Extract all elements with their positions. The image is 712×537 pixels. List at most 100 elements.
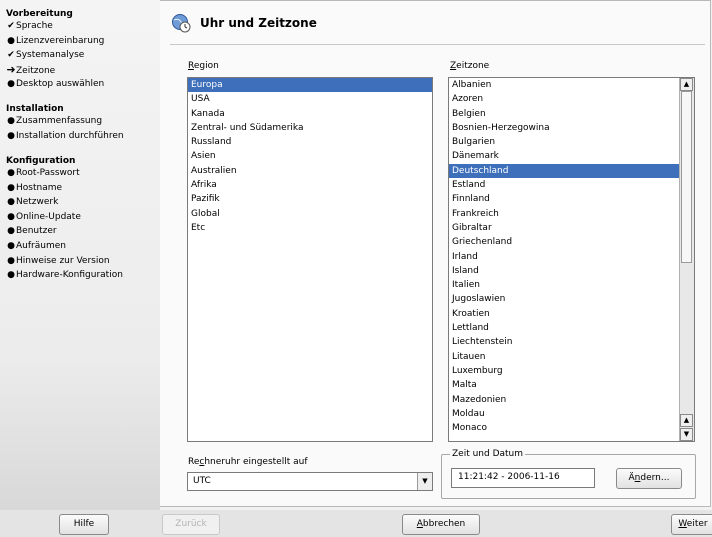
sidebar-step: ●Lizenzvereinbarung — [0, 34, 160, 49]
list-item[interactable]: Griechenland — [449, 235, 679, 249]
hwclock-value: UTC — [193, 476, 211, 486]
arrow-right-icon: ➜ — [6, 62, 16, 76]
list-item[interactable]: Finnland — [449, 192, 679, 206]
datetime-group-title: Zeit und Datum — [450, 449, 526, 459]
list-item[interactable]: Kroatien — [449, 307, 679, 321]
list-item[interactable]: Monaco — [449, 421, 679, 435]
sidebar-step: ●Hinweise zur Version — [0, 254, 160, 269]
change-datetime-button[interactable]: Ändern... — [616, 468, 682, 489]
list-item[interactable]: Bosnien-Herzegowina — [449, 121, 679, 135]
bullet-icon: ● — [7, 79, 15, 90]
list-item[interactable]: Jugoslawien — [449, 292, 679, 306]
sidebar-step: ●Installation durchführen — [0, 129, 160, 144]
list-item[interactable]: Deutschland — [449, 163, 679, 179]
datetime-field: 11:21:42 - 2006-11-16 — [451, 468, 595, 488]
list-item[interactable]: Albanien — [449, 78, 679, 92]
sidebar-step-label: Hinweise zur Version — [16, 255, 110, 266]
page-title: Uhr und Zeitzone — [200, 16, 317, 30]
list-item[interactable]: Azoren — [449, 92, 679, 106]
sidebar-step-label: Desktop auswählen — [16, 79, 105, 90]
sidebar-step: ●Benutzer — [0, 224, 160, 239]
bullet-icon: ● — [7, 182, 15, 193]
list-item[interactable]: Bulgarien — [449, 135, 679, 149]
chevron-down-icon[interactable]: ▼ — [417, 473, 432, 490]
help-button[interactable]: Hilfe — [59, 514, 109, 535]
sidebar-step: ●Aufräumen — [0, 239, 160, 254]
timezone-label: Zeitzone — [450, 61, 490, 71]
list-item[interactable]: Irland — [449, 250, 679, 264]
sidebar-section-title: Konfiguration — [6, 156, 76, 166]
bullet-icon: ● — [7, 130, 15, 141]
list-item[interactable]: Malta — [449, 378, 679, 392]
content-panel: Uhr und Zeitzone Region Europa USA Kanada Z… — [160, 0, 711, 507]
abort-button[interactable]: Abbrechen — [402, 514, 480, 535]
hwclock-label: Rechneruhr eingestellt auf — [188, 457, 308, 467]
sidebar-step: ●Online-Update — [0, 210, 160, 225]
sidebar-step-label: Zusammenfassung — [16, 116, 103, 126]
main-area: Uhr und Zeitzone Region Europa USA Kanada Z… — [160, 0, 712, 510]
hwclock-select[interactable]: UTC ▼ — [187, 472, 433, 491]
check-icon: ✔ — [7, 21, 15, 31]
list-item[interactable]: Kanada — [188, 107, 432, 121]
bullet-icon: ● — [7, 270, 15, 281]
region-label: Region — [188, 61, 219, 71]
list-item[interactable]: Moldau — [449, 407, 679, 421]
list-item[interactable]: Luxemburg — [449, 364, 679, 378]
scroll-thumb[interactable] — [681, 91, 692, 263]
installation-steps-sidebar: Vorbereitung ✔Sprache ●Lizenzvereinbarung ✔… — [0, 0, 160, 510]
sidebar-step-label: Installation durchführen — [16, 130, 124, 141]
next-button[interactable]: Weiter — [671, 514, 712, 535]
sidebar-step-label: Lizenzvereinbarung — [16, 35, 105, 46]
bullet-icon: ● — [7, 116, 15, 126]
list-item[interactable]: Dänemark — [449, 149, 679, 163]
list-item[interactable]: USA — [188, 92, 432, 106]
list-item[interactable]: Belgien — [449, 107, 679, 121]
list-item[interactable]: Russland — [188, 135, 432, 149]
list-item[interactable]: Estland — [449, 178, 679, 192]
list-item[interactable]: Pazifik — [188, 192, 432, 206]
scroll-down-icon[interactable]: ▼ — [680, 428, 693, 441]
sidebar-step: ●Desktop auswählen — [0, 77, 160, 92]
list-item[interactable]: Gibraltar — [449, 221, 679, 235]
list-item[interactable]: Lettland — [449, 321, 679, 335]
sidebar-step-label: Hostname — [16, 182, 63, 193]
sidebar-step: ●Hardware-Konfiguration — [0, 268, 160, 283]
datetime-group: Zeit und Datum 11:21:42 - 2006-11-16 Änd… — [441, 449, 696, 499]
list-item[interactable]: Mazedonien — [449, 393, 679, 407]
list-item[interactable]: Asien — [188, 149, 432, 163]
sidebar-step-label: Systemanalyse — [16, 50, 85, 61]
list-item[interactable]: Afrika — [188, 178, 432, 192]
list-item[interactable]: Litauen — [449, 350, 679, 364]
list-item[interactable]: Etc — [188, 221, 432, 235]
scroll-up-icon[interactable]: ▲ — [680, 78, 693, 91]
sidebar-step-label: Online-Update — [16, 211, 81, 222]
sidebar-step: ✔Systemanalyse — [0, 48, 160, 63]
sidebar-section-title: Installation — [6, 104, 64, 114]
region-list[interactable]: Europa USA Kanada Zentral- und Südamerika Ru… — [187, 77, 433, 442]
list-item[interactable]: Europa — [188, 78, 432, 93]
sidebar-section-title: Vorbereitung — [6, 9, 73, 19]
title-divider — [170, 44, 705, 45]
back-button[interactable]: Zurück — [162, 514, 220, 535]
timezone-list[interactable]: Albanien Azoren Belgien Bosnien-Herzegowina… — [448, 77, 695, 442]
list-item[interactable]: Liechtenstein — [449, 335, 679, 349]
sidebar-step-label: Sprache — [16, 21, 53, 31]
list-item[interactable]: Island — [449, 264, 679, 278]
sidebar-step: ●Zusammenfassung — [0, 114, 160, 129]
timezone-scrollbar[interactable]: ▲ ▲ ▼ — [679, 78, 694, 441]
sidebar-step: ●Hostname — [0, 181, 160, 196]
bullet-icon: ● — [7, 35, 15, 46]
list-item[interactable]: Global — [188, 207, 432, 221]
sidebar-step-label: Root-Passwort — [16, 168, 80, 178]
list-item[interactable]: Australien — [188, 164, 432, 178]
list-item[interactable]: Zentral- und Südamerika — [188, 121, 432, 135]
sidebar-step-label: Benutzer — [16, 226, 57, 237]
list-item[interactable]: Frankreich — [449, 207, 679, 221]
sidebar-step-label: Aufräumen — [16, 240, 66, 251]
bullet-icon: ● — [7, 168, 15, 178]
sidebar-step-label: Zeitzone — [16, 65, 56, 76]
list-item[interactable]: Italien — [449, 278, 679, 292]
scroll-up-icon[interactable]: ▲ — [680, 414, 693, 427]
sidebar-section: Vorbereitung ✔Sprache ●Lizenzvereinbarung ✔… — [0, 9, 160, 92]
bullet-icon: ● — [7, 211, 15, 222]
